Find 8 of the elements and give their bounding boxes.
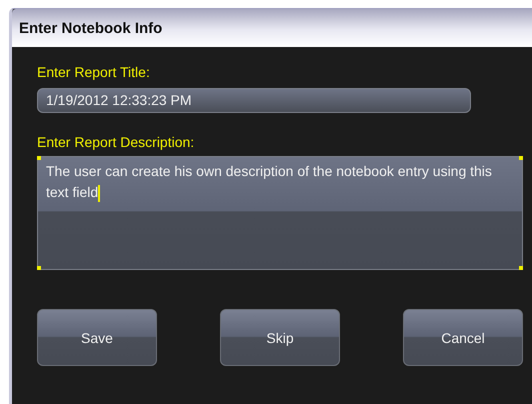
field-label: Enter Report Description: xyxy=(37,134,196,150)
field-label: Enter Report Title: xyxy=(37,64,151,80)
window-title: Enter Notebook Info xyxy=(19,20,162,36)
input-field[interactable]: 1/19/2012 12:33:23 PM xyxy=(37,88,471,113)
text-area[interactable]: The user can create his own description of the notebook entry using this text field xyxy=(37,156,523,270)
dialog-button[interactable]: Cancel xyxy=(403,309,523,366)
dialog-button[interactable]: Skip xyxy=(220,309,340,366)
dialog-button[interactable]: Save xyxy=(37,309,157,366)
